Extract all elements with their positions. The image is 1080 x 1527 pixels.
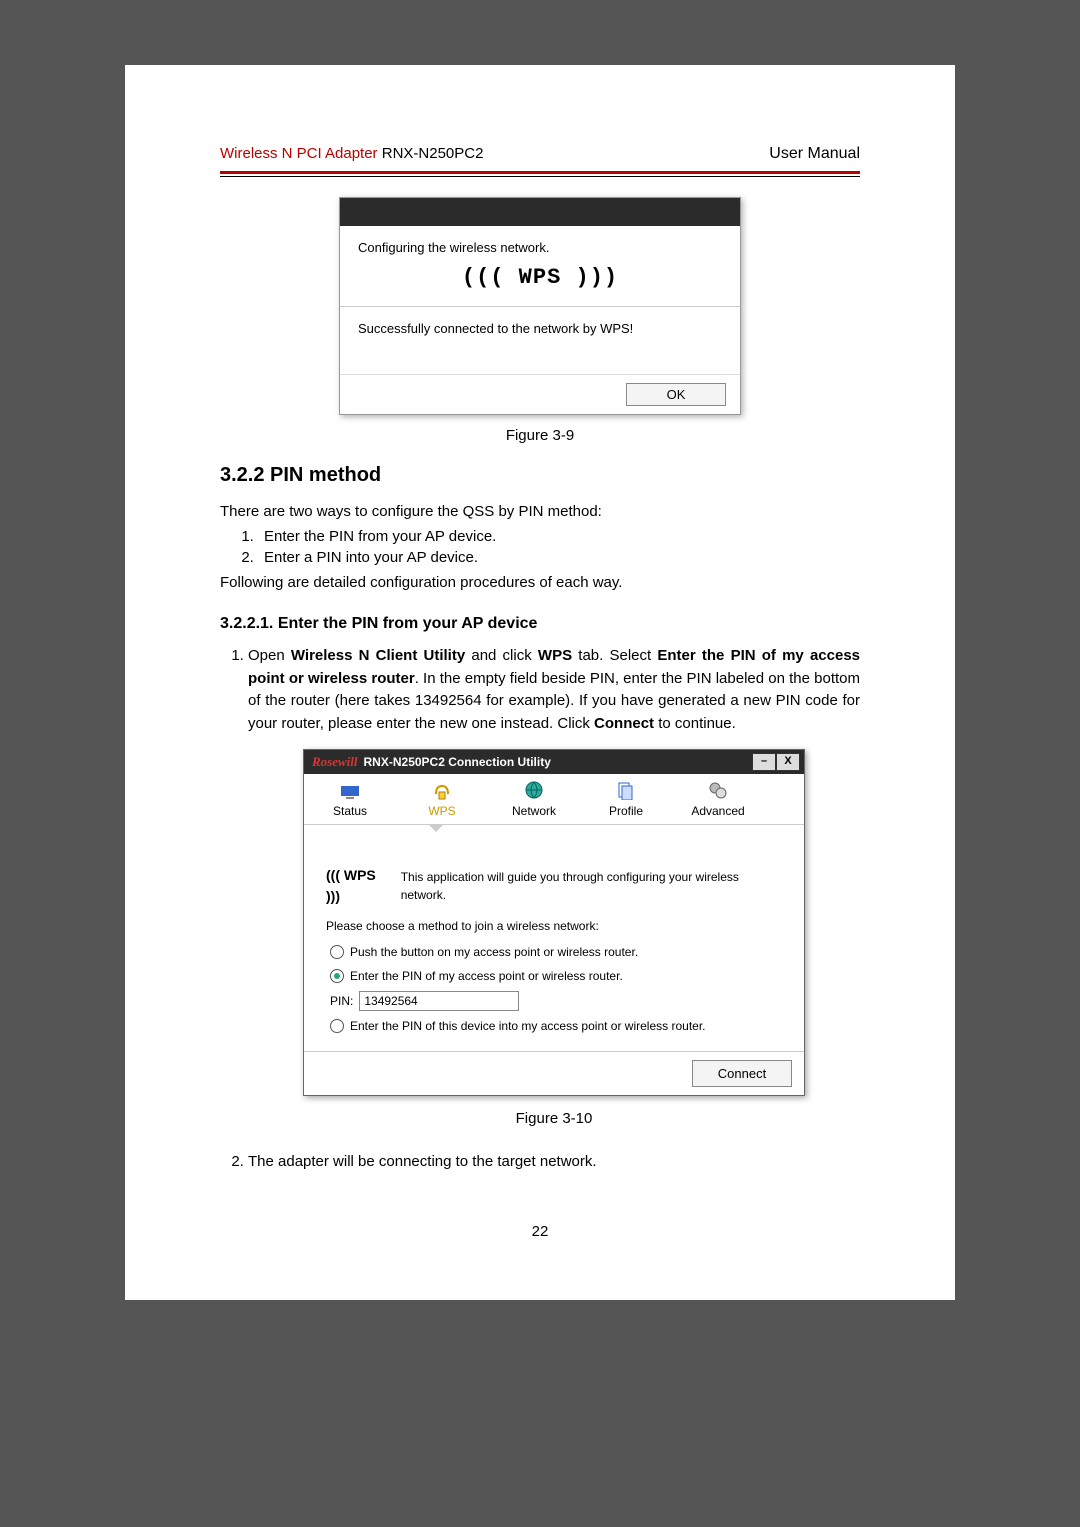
window-buttons: – X — [752, 753, 800, 771]
wps-logo: ((( WPS ))) — [358, 255, 722, 306]
profile-icon — [614, 780, 638, 800]
dialog-titlebar — [340, 198, 740, 226]
option-enter-ap-pin[interactable]: Enter the PIN of my access point or wire… — [330, 967, 782, 985]
tab-advanced[interactable]: Advanced — [672, 774, 764, 824]
brand-logo: Rosewill — [312, 752, 358, 772]
ok-button[interactable]: OK — [626, 383, 726, 406]
figure-3-10-caption: Figure 3-10 — [248, 1108, 860, 1131]
step-list: Open Wireless N Client Utility and click… — [248, 645, 860, 1173]
pin-label: PIN: — [330, 992, 353, 1010]
utility-title-text: RNX-N250PC2 Connection Utility — [364, 753, 551, 771]
section-follow: Following are detailed configuration pro… — [220, 572, 860, 593]
utility-body: ((( WPS ))) This application will guide … — [304, 835, 804, 1051]
subsection-title: 3.2.2.1. Enter the PIN from your AP devi… — [220, 615, 860, 633]
radio-icon[interactable] — [330, 1019, 344, 1033]
page-header: Wireless N PCI Adapter RNX-N250PC2 User … — [220, 145, 860, 163]
tab-profile[interactable]: Profile — [580, 774, 672, 824]
header-left: Wireless N PCI Adapter RNX-N250PC2 — [220, 145, 483, 162]
step-2: The adapter will be connecting to the ta… — [248, 1151, 860, 1174]
option-label: Enter the PIN of this device into my acc… — [350, 1017, 706, 1035]
active-tab-pointer — [304, 825, 804, 835]
utility-titlebar: Rosewill RNX-N250PC2 Connection Utility … — [304, 750, 804, 774]
radio-icon-selected[interactable] — [330, 969, 344, 983]
figure-3-9: Configuring the wireless network. ((( WP… — [220, 197, 860, 444]
section-title: 3.2.2 PIN method — [220, 464, 860, 487]
product-prefix: Wireless N PCI Adapter — [220, 145, 378, 162]
tab-network[interactable]: Network — [488, 774, 580, 824]
close-button[interactable]: X — [776, 753, 800, 771]
figure-3-9-caption: Figure 3-9 — [220, 427, 860, 444]
wps-icon — [430, 780, 454, 800]
header-rule-black — [220, 176, 860, 177]
option-push-button[interactable]: Push the button on my access point or wi… — [330, 943, 782, 961]
configuring-text: Configuring the wireless network. — [358, 240, 722, 255]
wps-result-dialog: Configuring the wireless network. ((( WP… — [339, 197, 741, 415]
network-icon — [522, 780, 546, 800]
dialog-footer: OK — [340, 374, 740, 414]
wps-mini-logo: ((( WPS ))) — [326, 865, 393, 907]
connect-button[interactable]: Connect — [692, 1060, 792, 1088]
method-item-2: Enter a PIN into your AP device. — [258, 549, 860, 566]
tab-wps[interactable]: WPS — [396, 774, 488, 824]
utility-footer: Connect — [304, 1051, 804, 1096]
wps-guide-row: ((( WPS ))) This application will guide … — [326, 865, 782, 907]
document-page: Wireless N PCI Adapter RNX-N250PC2 User … — [125, 65, 955, 1300]
section-intro: There are two ways to configure the QSS … — [220, 501, 860, 522]
choose-text: Please choose a method to join a wireles… — [326, 917, 782, 935]
option-enter-device-pin[interactable]: Enter the PIN of this device into my acc… — [330, 1017, 782, 1035]
step-1: Open Wireless N Client Utility and click… — [248, 645, 860, 1131]
radio-icon[interactable] — [330, 945, 344, 959]
method-item-1: Enter the PIN from your AP device. — [258, 528, 860, 545]
option-label: Enter the PIN of my access point or wire… — [350, 967, 623, 985]
wps-guide-text: This application will guide you through … — [401, 868, 782, 904]
utility-tabs: Status WPS Network — [304, 774, 804, 825]
status-icon — [338, 780, 362, 800]
tab-status[interactable]: Status — [304, 774, 396, 824]
success-text: Successfully connected to the network by… — [358, 307, 722, 366]
pin-input[interactable] — [359, 991, 519, 1011]
header-rule-red — [220, 171, 860, 174]
product-model: RNX-N250PC2 — [382, 145, 484, 162]
pin-row: PIN: — [330, 991, 782, 1011]
method-list: Enter the PIN from your AP device. Enter… — [258, 528, 860, 566]
option-label: Push the button on my access point or wi… — [350, 943, 638, 961]
page-number: 22 — [220, 1223, 860, 1240]
connection-utility-window: Rosewill RNX-N250PC2 Connection Utility … — [303, 749, 805, 1096]
minimize-button[interactable]: – — [752, 753, 776, 771]
header-right: User Manual — [769, 145, 860, 163]
advanced-icon — [706, 780, 730, 800]
